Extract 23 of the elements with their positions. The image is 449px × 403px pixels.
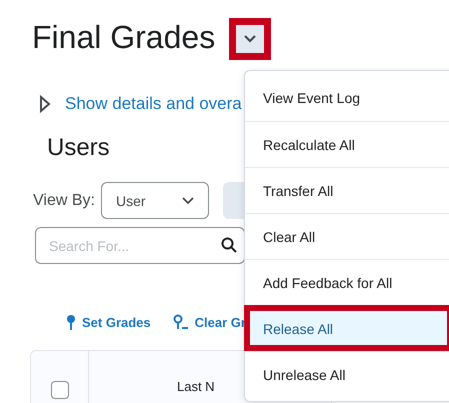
- menu-item[interactable]: Release All: [244, 305, 449, 351]
- menu-item[interactable]: Transfer All: [245, 167, 449, 213]
- pin-icon: [66, 314, 76, 330]
- select-all-checkbox[interactable]: [50, 381, 68, 399]
- search-icon[interactable]: [221, 237, 237, 253]
- menu-item[interactable]: Recalculate All: [245, 121, 449, 167]
- action-link[interactable]: Clear Gr: [172, 314, 246, 330]
- pin-minus-icon: [172, 314, 189, 330]
- column-header[interactable]: Last N: [177, 379, 215, 403]
- title-menu-button[interactable]: [229, 18, 272, 60]
- view-by-select[interactable]: User: [100, 182, 209, 219]
- page-title: Final Grades: [32, 18, 216, 56]
- view-by-label: View By:: [33, 192, 95, 210]
- expand-triangle-icon[interactable]: [39, 95, 51, 113]
- search-field[interactable]: Search For...: [35, 227, 245, 264]
- action-link[interactable]: Set Grades: [66, 314, 151, 330]
- menu-item[interactable]: View Event Log: [245, 75, 449, 121]
- menu-item[interactable]: Unrelease All: [245, 351, 449, 397]
- details-link[interactable]: Show details and overa: [65, 94, 242, 114]
- section-title: Users: [47, 134, 110, 162]
- chevron-down-icon: [244, 35, 256, 43]
- chevron-down-icon: [182, 196, 194, 204]
- menu-item[interactable]: Clear All: [245, 213, 449, 259]
